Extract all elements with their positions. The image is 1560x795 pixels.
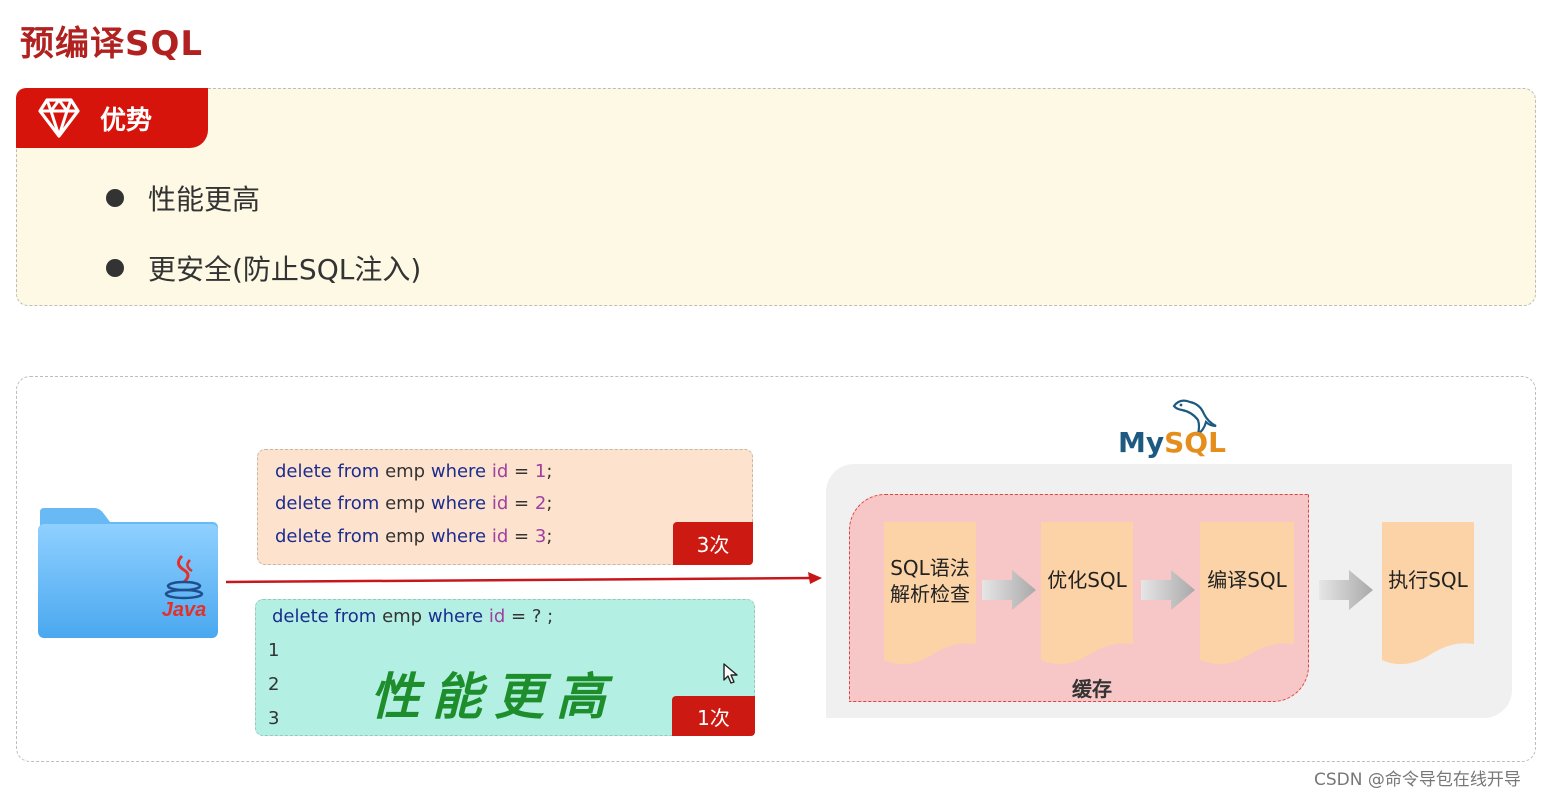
advantages-tab-label: 优势: [100, 105, 153, 136]
performance-highlight: 性能更高: [370, 667, 618, 726]
advantage-item: 更安全(防止SQL注入): [106, 248, 421, 288]
bullet-icon: [106, 189, 124, 207]
page-title: 预编译SQL: [20, 24, 204, 64]
cache-label: 缓存: [1072, 677, 1112, 701]
code-line: delete from emp where id = 3;: [275, 526, 553, 547]
code-line: delete from emp where id = 1;: [275, 461, 553, 482]
step-optimize: 优化SQL: [1041, 522, 1133, 670]
cursor-icon: [723, 663, 738, 684]
advantage-text: 性能更高: [148, 183, 261, 216]
document-shape: [1041, 522, 1133, 665]
flow-arrow-icon: [1319, 570, 1373, 610]
flow-arrow-icon: [982, 570, 1036, 610]
flow-arrow-icon: [1141, 570, 1195, 610]
code-line-prepared: delete from emp where id = ? ;: [272, 606, 554, 627]
java-label: Java: [162, 599, 207, 621]
count-badge-1x: 1次: [672, 696, 755, 736]
java-folder-icon: Java: [38, 508, 218, 638]
count-badge-3x: 3次: [673, 522, 753, 565]
watermark: CSDN @命令导包在线开导: [1314, 770, 1521, 790]
mysql-logo: MySQL: [1118, 426, 1226, 459]
step-parse-check: SQL语法 解析检查: [884, 522, 976, 670]
line-number: 2: [268, 674, 280, 695]
document-shape: [1200, 522, 1294, 665]
step-compile: 编译SQL: [1200, 522, 1294, 670]
code-line: delete from emp where id = 2;: [275, 493, 553, 514]
diamond-icon: [38, 98, 80, 138]
advantage-item: 性能更高: [106, 178, 260, 218]
advantages-tab: 优势: [16, 88, 208, 148]
request-arrow: [226, 572, 822, 584]
advantage-text: 更安全(防止SQL注入): [148, 253, 422, 286]
line-number: 1: [268, 640, 280, 661]
step-execute: 执行SQL: [1382, 522, 1474, 670]
document-shape: [1382, 522, 1474, 665]
line-number: 3: [268, 708, 280, 729]
bullet-icon: [106, 259, 124, 277]
